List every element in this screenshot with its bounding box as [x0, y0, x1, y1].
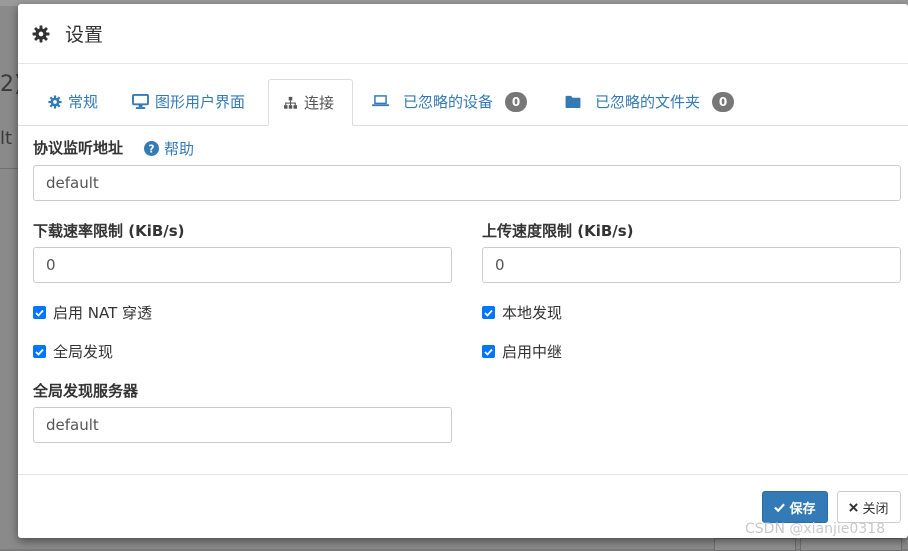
checkbox-label: 启用 NAT 穿透: [53, 304, 153, 322]
svg-text:?: ?: [149, 143, 155, 155]
save-button[interactable]: 保存: [762, 491, 828, 523]
listen-address-label: 协议监听地址: [33, 139, 124, 157]
tab-label: 图形用户界面: [155, 93, 246, 111]
background-divider: [0, 168, 18, 169]
checkmark-icon: [35, 348, 44, 356]
checkbox-checked[interactable]: [33, 345, 46, 358]
checkbox-checked[interactable]: [33, 306, 46, 319]
local-discovery-checkbox[interactable]: 本地发现: [482, 302, 562, 323]
save-button-label: 保存: [789, 501, 816, 517]
checkbox-checked[interactable]: [482, 345, 495, 358]
tab-general[interactable]: 常规: [34, 79, 112, 124]
checkbox-label: 启用中继: [502, 343, 563, 361]
folder-icon: [565, 95, 581, 108]
tab-ignored-devices[interactable]: 已忽略的设备 0: [358, 79, 541, 124]
download-limit-input[interactable]: 0: [33, 247, 452, 283]
close-icon: [849, 502, 859, 512]
checkbox-checked[interactable]: [482, 306, 495, 319]
global-discovery-checkbox[interactable]: 全局发现: [33, 341, 113, 362]
gear-icon: [48, 94, 62, 109]
ignored-devices-count-badge: 0: [505, 91, 528, 112]
download-limit-label: 下载速率限制 (KiB/s): [33, 222, 185, 240]
ignored-folders-count-badge: 0: [712, 91, 735, 112]
settings-dialog: 设置 常规 图形用户界面 连接 已忽略的设备 0 已忽略的文件夹 0 协议监听地…: [18, 4, 908, 538]
tab-label: 连接: [304, 94, 335, 112]
tab-label: 已忽略的文件夹: [595, 93, 701, 111]
tab-gui[interactable]: 图形用户界面: [118, 79, 259, 124]
gear-icon: [32, 25, 50, 42]
close-button[interactable]: 关闭: [837, 491, 901, 523]
background-button: [800, 538, 902, 551]
checkmark-icon: [35, 309, 44, 317]
help-link-text: 帮助: [164, 140, 195, 158]
checkmark-icon: [484, 309, 493, 317]
tab-label: 已忽略的设备: [403, 93, 494, 111]
settings-tabs: 常规 图形用户界面 连接 已忽略的设备 0 已忽略的文件夹 0: [18, 79, 908, 126]
laptop-icon: [372, 95, 389, 107]
tab-connections[interactable]: 连接: [268, 79, 353, 126]
watermark: CSDN @xianjie0318: [745, 521, 886, 537]
global-discovery-server-label: 全局发现服务器: [33, 382, 139, 400]
dialog-header: 设置: [18, 4, 908, 64]
upload-limit-input[interactable]: 0: [482, 247, 901, 283]
upload-limit-label: 上传速度限制 (KiB/s): [482, 222, 634, 240]
close-button-label: 关闭: [862, 501, 889, 517]
check-icon: [774, 503, 786, 512]
sitemap-icon: [284, 96, 297, 109]
dialog-title: 设置: [65, 24, 104, 46]
listen-address-input[interactable]: default: [33, 165, 901, 201]
relaying-checkbox[interactable]: 启用中继: [482, 341, 562, 362]
background-button: [714, 538, 796, 551]
desktop-icon: [132, 94, 149, 109]
tab-ignored-folders[interactable]: 已忽略的文件夹 0: [551, 79, 748, 124]
question-circle-icon: ?: [144, 141, 159, 156]
background-text-fragment: lt: [0, 128, 13, 149]
nat-traversal-checkbox[interactable]: 启用 NAT 穿透: [33, 302, 152, 323]
checkbox-label: 全局发现: [53, 343, 114, 361]
checkbox-label: 本地发现: [502, 304, 563, 322]
global-discovery-server-input[interactable]: default: [33, 407, 452, 443]
tab-label: 常规: [68, 93, 99, 111]
help-link[interactable]: ? 帮助: [144, 138, 194, 159]
checkmark-icon: [484, 348, 493, 356]
